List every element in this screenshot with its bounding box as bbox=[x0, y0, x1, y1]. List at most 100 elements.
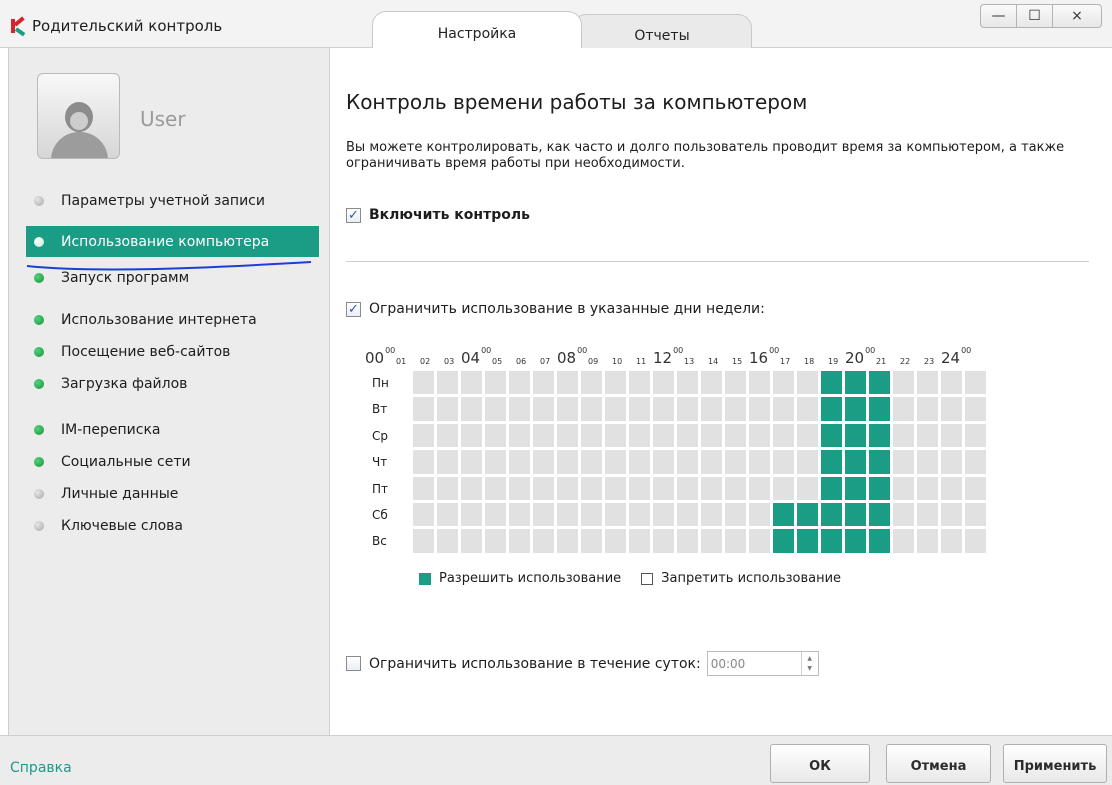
schedule-cell[interactable] bbox=[676, 528, 699, 554]
schedule-cell[interactable] bbox=[604, 422, 627, 449]
schedule-cell[interactable] bbox=[604, 370, 627, 396]
schedule-cell[interactable] bbox=[508, 528, 531, 554]
schedule-cell[interactable] bbox=[652, 422, 675, 449]
schedule-cell[interactable] bbox=[940, 396, 963, 422]
schedule-cell[interactable] bbox=[580, 370, 603, 396]
schedule-cell[interactable] bbox=[964, 422, 987, 449]
schedule-cell[interactable] bbox=[628, 449, 651, 475]
schedule-cell[interactable] bbox=[700, 502, 723, 528]
schedule-cell[interactable] bbox=[724, 528, 747, 554]
enable-control-row[interactable]: ✓ Включить контроль bbox=[346, 207, 530, 223]
sidebar-item-internet-usage[interactable]: Использование интернета bbox=[26, 304, 319, 335]
schedule-cell[interactable] bbox=[916, 502, 939, 528]
schedule-cell[interactable] bbox=[748, 475, 771, 501]
schedule-cell[interactable] bbox=[412, 396, 435, 422]
schedule-cell[interactable] bbox=[820, 396, 843, 422]
schedule-cell[interactable] bbox=[652, 475, 675, 501]
schedule-cell[interactable] bbox=[484, 528, 507, 554]
schedule-cell[interactable] bbox=[652, 502, 675, 528]
schedule-cell[interactable] bbox=[868, 422, 891, 449]
enable-control-checkbox[interactable]: ✓ bbox=[346, 207, 361, 223]
schedule-cell[interactable] bbox=[940, 502, 963, 528]
schedule-cell[interactable] bbox=[580, 422, 603, 449]
schedule-cell[interactable] bbox=[460, 502, 483, 528]
schedule-cell[interactable] bbox=[412, 370, 435, 396]
schedule-cell[interactable] bbox=[460, 396, 483, 422]
limit-days-row[interactable]: ✓ Ограничить использование в указанные д… bbox=[346, 301, 765, 317]
schedule-cell[interactable] bbox=[868, 370, 891, 396]
schedule-cell[interactable] bbox=[868, 475, 891, 501]
schedule-cell[interactable] bbox=[748, 370, 771, 396]
schedule-cell[interactable] bbox=[484, 370, 507, 396]
schedule-cell[interactable] bbox=[820, 370, 843, 396]
schedule-cell[interactable] bbox=[964, 396, 987, 422]
schedule-cell[interactable] bbox=[436, 475, 459, 501]
sidebar-item-social-networks[interactable]: Социальные сети bbox=[26, 446, 319, 477]
schedule-cell[interactable] bbox=[964, 449, 987, 475]
schedule-cell[interactable] bbox=[940, 449, 963, 475]
schedule-cell[interactable] bbox=[604, 475, 627, 501]
schedule-cell[interactable] bbox=[628, 475, 651, 501]
schedule-cell[interactable] bbox=[916, 370, 939, 396]
schedule-cell[interactable] bbox=[844, 370, 867, 396]
schedule-cell[interactable] bbox=[604, 528, 627, 554]
schedule-cell[interactable] bbox=[844, 449, 867, 475]
schedule-cell[interactable] bbox=[844, 528, 867, 554]
schedule-cell[interactable] bbox=[484, 422, 507, 449]
schedule-cell[interactable] bbox=[724, 422, 747, 449]
schedule-cell[interactable] bbox=[772, 370, 795, 396]
schedule-cell[interactable] bbox=[436, 422, 459, 449]
maximize-button[interactable]: ☐ bbox=[1016, 4, 1053, 28]
schedule-cell[interactable] bbox=[700, 449, 723, 475]
schedule-cell[interactable] bbox=[700, 422, 723, 449]
schedule-cell[interactable] bbox=[772, 396, 795, 422]
schedule-cell[interactable] bbox=[820, 449, 843, 475]
schedule-cell[interactable] bbox=[508, 370, 531, 396]
schedule-cell[interactable] bbox=[700, 528, 723, 554]
schedule-cell[interactable] bbox=[676, 370, 699, 396]
schedule-cell[interactable] bbox=[892, 422, 915, 449]
schedule-cell[interactable] bbox=[940, 528, 963, 554]
sidebar-item-file-downloads[interactable]: Загрузка файлов bbox=[26, 368, 319, 399]
schedule-grid[interactable] bbox=[412, 370, 989, 555]
schedule-cell[interactable] bbox=[844, 502, 867, 528]
spin-down-icon[interactable]: ▼ bbox=[807, 664, 812, 674]
sidebar-item-website-visits[interactable]: Посещение веб-сайтов bbox=[26, 336, 319, 367]
schedule-cell[interactable] bbox=[916, 449, 939, 475]
schedule-cell[interactable] bbox=[796, 449, 819, 475]
schedule-cell[interactable] bbox=[604, 396, 627, 422]
schedule-cell[interactable] bbox=[724, 502, 747, 528]
schedule-cell[interactable] bbox=[676, 422, 699, 449]
schedule-cell[interactable] bbox=[436, 502, 459, 528]
schedule-cell[interactable] bbox=[532, 396, 555, 422]
schedule-cell[interactable] bbox=[508, 502, 531, 528]
schedule-cell[interactable] bbox=[532, 475, 555, 501]
schedule-cell[interactable] bbox=[628, 528, 651, 554]
daily-time-input[interactable]: 00:00 ▲ ▼ bbox=[706, 651, 819, 676]
schedule-cell[interactable] bbox=[820, 475, 843, 501]
tab-reports[interactable]: Отчеты bbox=[572, 14, 752, 48]
schedule-cell[interactable] bbox=[748, 422, 771, 449]
schedule-cell[interactable] bbox=[748, 528, 771, 554]
schedule-cell[interactable] bbox=[844, 422, 867, 449]
schedule-cell[interactable] bbox=[964, 528, 987, 554]
schedule-cell[interactable] bbox=[724, 449, 747, 475]
schedule-cell[interactable] bbox=[412, 528, 435, 554]
limit-days-checkbox[interactable]: ✓ bbox=[346, 301, 361, 317]
schedule-cell[interactable] bbox=[652, 396, 675, 422]
schedule-cell[interactable] bbox=[484, 396, 507, 422]
ok-button[interactable]: ОК bbox=[770, 744, 870, 783]
schedule-cell[interactable] bbox=[412, 502, 435, 528]
schedule-cell[interactable] bbox=[484, 502, 507, 528]
schedule-cell[interactable] bbox=[916, 475, 939, 501]
schedule-cell[interactable] bbox=[772, 449, 795, 475]
schedule-cell[interactable] bbox=[628, 502, 651, 528]
schedule-cell[interactable] bbox=[772, 528, 795, 554]
schedule-cell[interactable] bbox=[820, 502, 843, 528]
cancel-button[interactable]: Отмена bbox=[886, 744, 991, 783]
sidebar-item-personal-data[interactable]: Личные данные bbox=[26, 478, 319, 509]
sidebar-item-im-messaging[interactable]: IM-переписка bbox=[26, 414, 319, 445]
schedule-cell[interactable] bbox=[436, 449, 459, 475]
schedule-cell[interactable] bbox=[484, 449, 507, 475]
limit-daily-checkbox[interactable] bbox=[346, 656, 361, 671]
